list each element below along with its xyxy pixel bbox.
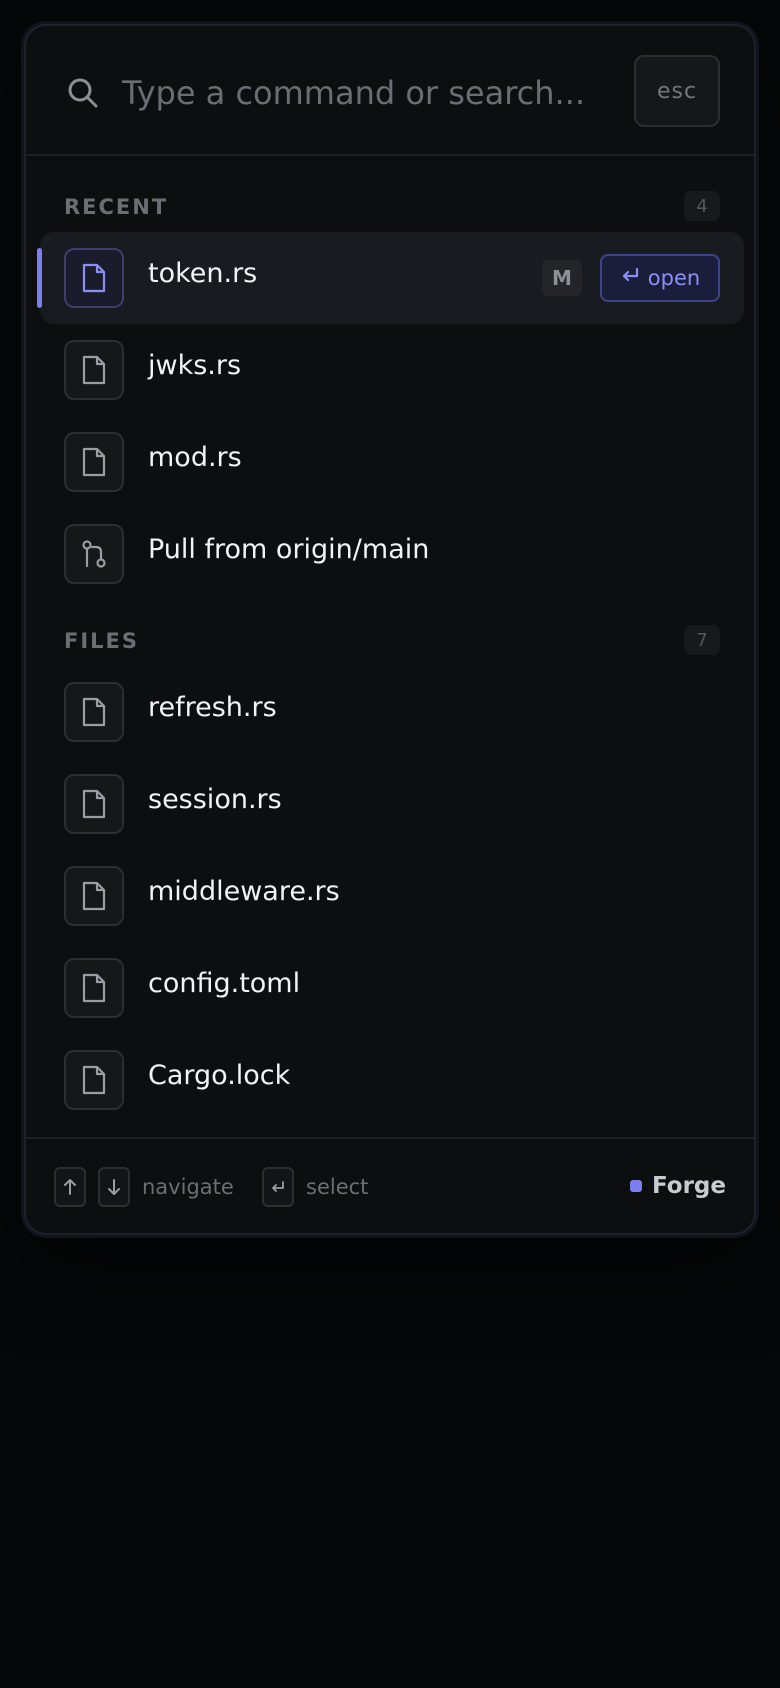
open-label: open [647,266,701,290]
item-label: token.rs [148,258,258,289]
item-label: session.rs [148,784,282,815]
list-item-config-toml[interactable]: config.toml [40,942,744,1034]
arrow-up-key [54,1167,86,1207]
enter-icon [620,266,640,290]
list-item-middleware-rs[interactable]: middleware.rs [40,850,744,942]
brand-label: Forge [652,1173,726,1199]
file-icon [64,248,124,308]
list-item-mod-rs[interactable]: mod.rs [40,416,744,508]
enter-key [262,1167,294,1207]
navigate-hint: navigate [142,1175,234,1199]
file-icon [64,774,124,834]
list-item-refresh-rs[interactable]: refresh.rs [40,666,744,758]
file-icon [64,682,124,742]
footer: navigate select Forge [26,1137,754,1233]
item-label: jwks.rs [148,350,242,381]
section-count: 4 [684,191,720,221]
section-header-recent: RECENT 4 [64,191,720,223]
arrow-down-icon [108,1179,120,1195]
file-icon [64,958,124,1018]
file-icon [64,340,124,400]
brand: Forge [630,1173,726,1199]
modified-badge: M [542,260,582,296]
list-item-token-rs[interactable]: token.rs M open [37,232,744,324]
search-icon [66,76,100,110]
brand-dot [630,1180,642,1192]
esc-button[interactable]: esc [634,55,720,127]
item-label: config.toml [148,968,301,999]
selection-indicator [37,248,42,308]
item-label: mod.rs [148,442,242,473]
item-label: middleware.rs [148,876,340,907]
list-item-pull-origin-main[interactable]: Pull from origin/main [40,508,744,600]
open-button[interactable]: open [600,254,720,302]
search-input[interactable] [122,66,592,120]
command-palette: esc RECENT 4 token.rs M open [24,24,756,1235]
section-title: RECENT [64,195,169,219]
item-label: refresh.rs [148,692,277,723]
section-count: 7 [684,625,720,655]
arrow-up-icon [64,1179,76,1195]
enter-icon [272,1181,284,1192]
item-label: Pull from origin/main [148,534,430,565]
section-title: FILES [64,629,140,653]
file-icon [64,432,124,492]
list-item-cargo-lock[interactable]: Cargo.lock [40,1034,744,1126]
git-pull-icon [64,524,124,584]
section-header-files: FILES 7 [64,625,720,657]
arrow-down-key [98,1167,130,1207]
list-item-session-rs[interactable]: session.rs [40,758,744,850]
file-icon [64,866,124,926]
item-label: Cargo.lock [148,1060,291,1091]
file-icon [64,1050,124,1110]
list-item-jwks-rs[interactable]: jwks.rs [40,324,744,416]
select-hint: select [306,1175,369,1199]
search-bar: esc [26,26,754,156]
